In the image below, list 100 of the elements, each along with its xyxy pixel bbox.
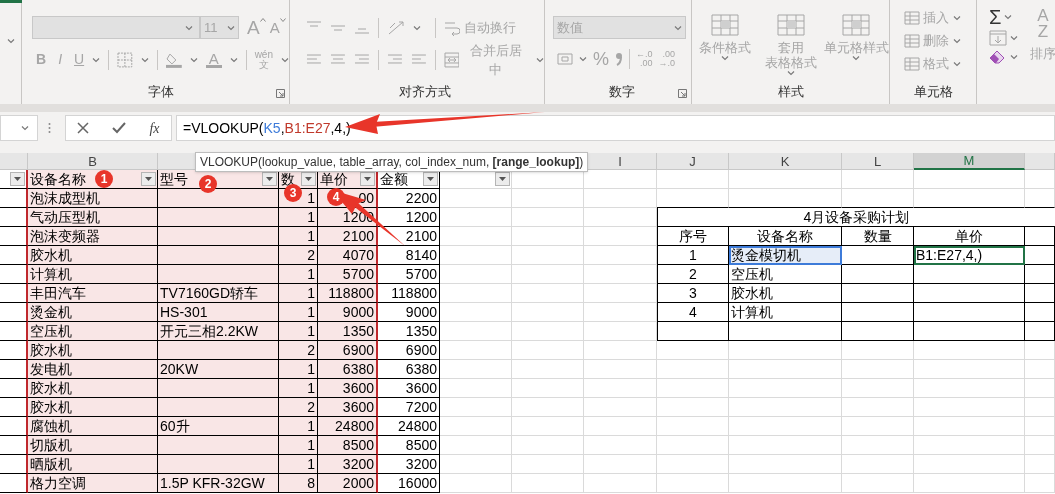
formula-field[interactable]: =VLOOKUP(K5,B1:E27,4,) xyxy=(176,115,1055,141)
autosum-button[interactable]: Σ xyxy=(989,6,1002,28)
table-cell: 3600 xyxy=(318,398,378,417)
chevron-down-icon[interactable] xyxy=(1004,14,1013,20)
chevron-down-icon[interactable] xyxy=(1010,54,1018,60)
sheet-cell xyxy=(842,474,914,493)
sheet-cell xyxy=(512,322,584,341)
sheet-cell xyxy=(842,455,914,474)
sheet-cell xyxy=(657,360,729,379)
sheet-cell xyxy=(440,379,512,398)
caret-down-icon xyxy=(305,177,312,181)
filter-dropdown-button[interactable] xyxy=(10,172,25,186)
chevron-down-icon[interactable] xyxy=(21,125,29,131)
table-cell: 丰田汽车 xyxy=(28,284,158,303)
table-cell xyxy=(1025,284,1055,303)
sheet-cell xyxy=(512,265,584,284)
table-brush-icon xyxy=(776,14,805,36)
table-cell[interactable]: 烫金模切机 xyxy=(729,246,842,265)
filter-dropdown-button[interactable] xyxy=(423,172,438,186)
close-icon[interactable] xyxy=(77,122,90,134)
table-cell: 4070 xyxy=(318,246,378,265)
caret-up-icon xyxy=(259,17,266,22)
table-header-cell: 序号 xyxy=(657,227,729,246)
table-cell: 3 xyxy=(657,284,729,303)
table-cell: 泡沫变频器 xyxy=(28,227,158,246)
header-text: 单价 xyxy=(320,170,348,188)
sheet-cell xyxy=(1025,455,1055,474)
table-cell: 2 xyxy=(279,341,318,360)
sheet-cell xyxy=(657,379,729,398)
sheet-cell xyxy=(512,303,584,322)
table-cell: 20KW xyxy=(158,360,279,379)
sheet-cell xyxy=(1025,189,1055,208)
column-header[interactable]: J xyxy=(657,153,729,170)
column-header[interactable]: M xyxy=(914,153,1025,170)
sheet-cell xyxy=(440,341,512,360)
more-options-icon[interactable] xyxy=(48,122,51,134)
table-cell: 1200 xyxy=(378,208,440,227)
checkmark-icon[interactable] xyxy=(112,122,127,134)
table-cell: 6900 xyxy=(318,341,378,360)
table-cell[interactable]: 空压机 xyxy=(729,265,842,284)
sheet-cell xyxy=(842,398,914,417)
table-cell[interactable]: 胶水机 xyxy=(729,284,842,303)
table-cell: 发电机 xyxy=(28,360,158,379)
table-cell: 泡沫成型机 xyxy=(28,189,158,208)
filter-dropdown-button[interactable] xyxy=(262,172,277,186)
chevron-down-icon[interactable] xyxy=(6,38,15,44)
sheet-cell xyxy=(440,246,512,265)
sheet-cell xyxy=(512,227,584,246)
filter-dropdown-button[interactable] xyxy=(495,172,510,186)
table-cell: 烫金机 xyxy=(28,303,158,322)
sheet-cell xyxy=(512,398,584,417)
fill-down-icon[interactable] xyxy=(989,30,1007,46)
sheet-cell xyxy=(512,474,584,493)
table-cell: 1 xyxy=(279,227,318,246)
table-cell: 9000 xyxy=(378,303,440,322)
table-cell: 2 xyxy=(279,246,318,265)
caret-down-icon xyxy=(145,177,152,181)
table-cell: 118800 xyxy=(378,284,440,303)
table-cell: 3600 xyxy=(378,379,440,398)
table-cell xyxy=(842,265,914,284)
table-cell: 腐蚀机 xyxy=(28,417,158,436)
sheet-cell xyxy=(657,436,729,455)
table-cell: TV7160GD轿车 xyxy=(158,284,279,303)
table-cell: 16000 xyxy=(378,474,440,493)
sheet-cell xyxy=(657,474,729,493)
table-cell: 计算机 xyxy=(28,265,158,284)
filter-dropdown-button[interactable] xyxy=(141,172,156,186)
insert-function-button[interactable]: fx xyxy=(149,117,160,139)
table-cell: 8500 xyxy=(378,436,440,455)
column-header[interactable]: K xyxy=(729,153,842,170)
table-cell: 气动压型机 xyxy=(28,208,158,227)
sheet-cell xyxy=(440,227,512,246)
table-cell: 1 xyxy=(279,265,318,284)
table-cell: 2 xyxy=(657,265,729,284)
filter-dropdown-button[interactable] xyxy=(360,172,375,186)
group-label: 数字 xyxy=(609,84,635,100)
sheet-cell xyxy=(440,360,512,379)
table-cell[interactable]: 计算机 xyxy=(729,303,842,322)
table-cell xyxy=(1025,265,1055,284)
table-cell[interactable]: B1:E27,4,) xyxy=(914,246,1025,265)
table-cell: 1 xyxy=(279,303,318,322)
sheet-cell xyxy=(1025,474,1055,493)
group-label: 字体 xyxy=(147,84,174,100)
eraser-icon[interactable] xyxy=(989,50,1007,64)
table-cell: 1 xyxy=(279,417,318,436)
sheet-cell xyxy=(512,246,584,265)
table-cell xyxy=(1025,246,1055,265)
sheet-cell xyxy=(440,455,512,474)
table-cell: 开元三相2.2KW xyxy=(158,322,279,341)
sheet-cell xyxy=(512,284,584,303)
filter-dropdown-button[interactable] xyxy=(301,172,316,186)
table-cell: 5700 xyxy=(378,265,440,284)
caret-down-icon xyxy=(266,177,273,181)
table-cell xyxy=(657,322,729,341)
delete-cells-icon xyxy=(904,34,920,48)
sheet-cell xyxy=(440,322,512,341)
sheet-cell xyxy=(657,398,729,417)
table-cell: 24800 xyxy=(318,417,378,436)
chevron-down-icon[interactable] xyxy=(1010,35,1018,41)
table-cell: 9000 xyxy=(318,303,378,322)
